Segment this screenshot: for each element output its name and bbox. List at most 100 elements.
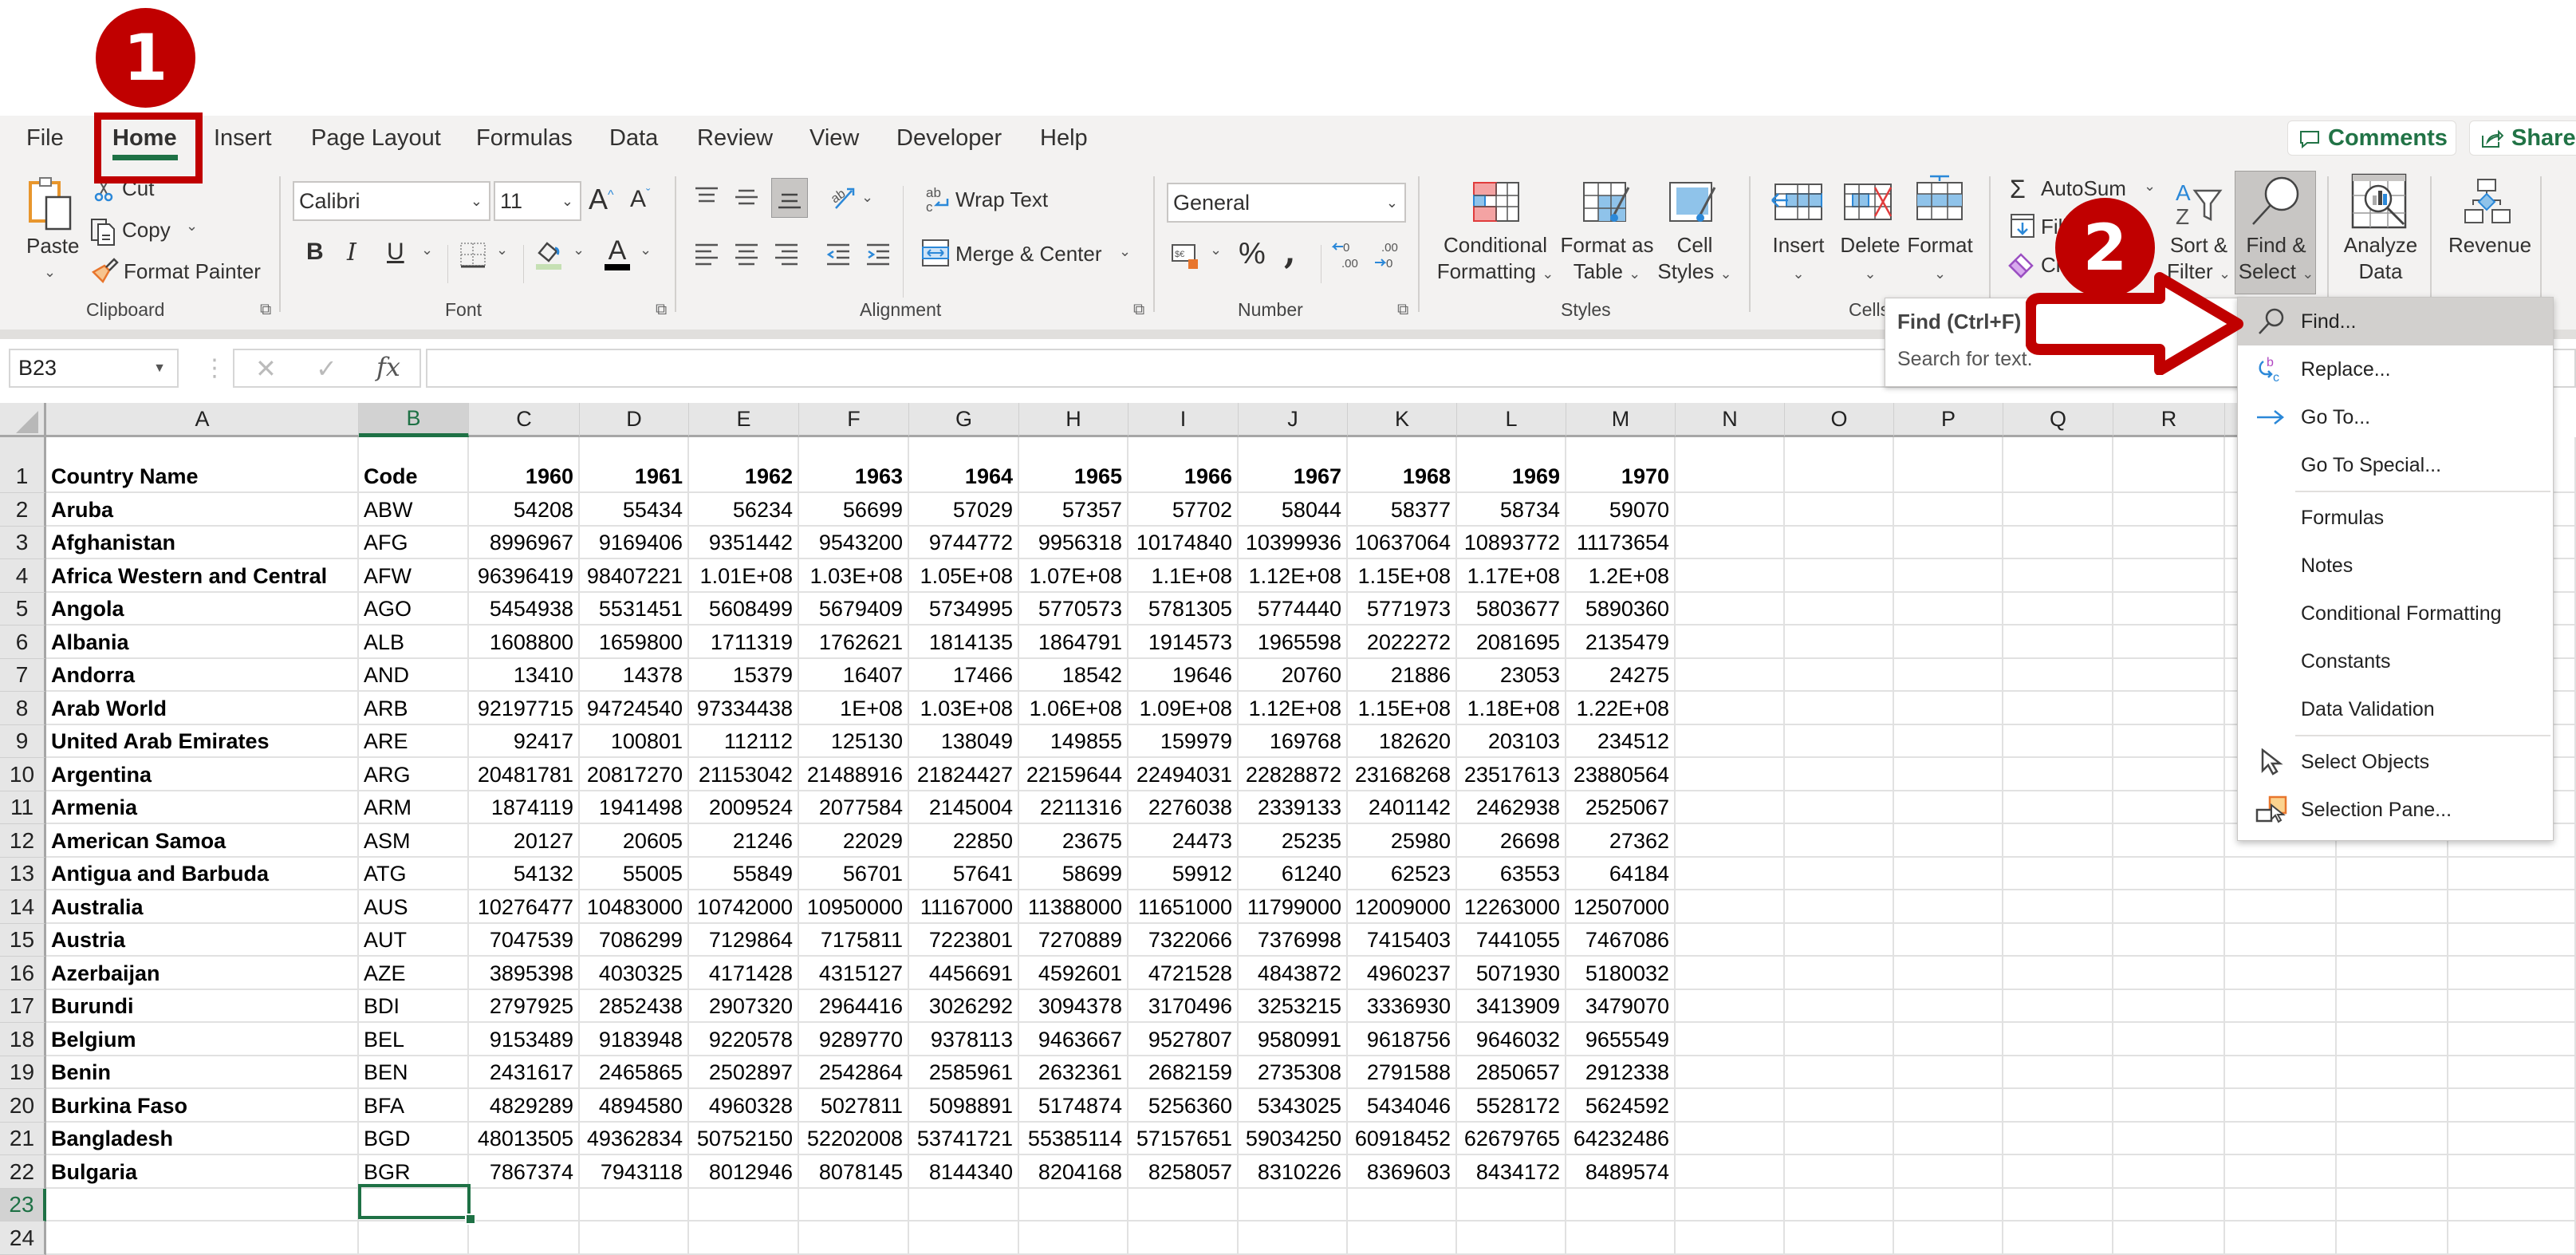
autosum-dropdown-chevron-icon[interactable]: ⌄ <box>2144 178 2156 195</box>
table-cell[interactable] <box>2113 957 2225 990</box>
table-cell[interactable]: 2850657 <box>1457 1056 1566 1089</box>
table-cell[interactable] <box>2225 1056 2337 1089</box>
table-cell[interactable] <box>2113 1023 2225 1056</box>
table-cell[interactable]: 1659800 <box>580 626 689 659</box>
tab-page-layout[interactable]: Page Layout <box>311 125 441 152</box>
table-cell[interactable]: 10483000 <box>580 890 689 924</box>
table-cell[interactable]: 50752150 <box>689 1122 799 1155</box>
table-cell[interactable]: 7223801 <box>909 923 1019 957</box>
table-cell[interactable]: 1914573 <box>1128 626 1239 659</box>
table-cell[interactable]: 8489574 <box>1566 1155 1676 1189</box>
table-cell[interactable] <box>580 1221 689 1255</box>
fill-handle[interactable] <box>465 1214 476 1225</box>
table-cell[interactable] <box>2448 923 2576 957</box>
table-cell[interactable] <box>1676 1056 1785 1089</box>
table-cell[interactable] <box>2003 1188 2113 1221</box>
table-cell[interactable]: 9543200 <box>799 526 909 559</box>
table-cell[interactable]: ATG <box>359 857 469 890</box>
increase-decimal-icon[interactable]: 0.00 <box>1331 239 1364 276</box>
table-cell[interactable]: 11651000 <box>1128 890 1239 924</box>
table-cell[interactable]: 8012946 <box>689 1155 799 1189</box>
table-cell[interactable]: 5679409 <box>799 592 909 626</box>
enter-check-icon[interactable]: ✓ <box>316 353 337 384</box>
table-cell[interactable]: 2682159 <box>1128 1056 1239 1089</box>
table-cell[interactable] <box>1785 890 1894 924</box>
table-cell[interactable]: 24473 <box>1128 824 1239 858</box>
table-cell[interactable]: 5174874 <box>1019 1089 1128 1123</box>
table-cell[interactable]: 4829289 <box>469 1089 580 1123</box>
bold-button[interactable]: B <box>306 239 324 266</box>
table-cell[interactable]: 7086299 <box>580 923 689 957</box>
column-header-a[interactable]: A <box>46 403 359 437</box>
table-cell[interactable] <box>1785 1089 1894 1123</box>
table-cell[interactable]: 13410 <box>469 658 580 692</box>
number-format-combobox[interactable]: General ⌄ <box>1167 183 1406 223</box>
font-name-combobox[interactable]: Calibri ⌄ <box>293 181 490 221</box>
font-dialog-launcher-icon[interactable]: ⧉ <box>656 301 667 319</box>
table-cell[interactable]: 1.17E+08 <box>1457 559 1566 593</box>
table-cell[interactable] <box>1676 857 1785 890</box>
table-cell[interactable] <box>799 1221 909 1255</box>
table-cell[interactable] <box>1457 1221 1566 1255</box>
table-cell[interactable]: 9463667 <box>1019 1023 1128 1056</box>
table-cell[interactable] <box>1348 1188 1457 1221</box>
row-header-13[interactable]: 13 <box>0 857 46 890</box>
table-cell[interactable]: American Samoa <box>46 824 359 858</box>
table-cell[interactable]: 5256360 <box>1128 1089 1239 1123</box>
table-cell[interactable]: 58377 <box>1348 493 1457 527</box>
table-cell[interactable] <box>1785 724 1894 758</box>
table-cell[interactable] <box>1785 758 1894 791</box>
table-cell[interactable]: 10742000 <box>689 890 799 924</box>
table-cell[interactable] <box>2113 592 2225 626</box>
table-cell[interactable]: 5434046 <box>1348 1089 1457 1123</box>
table-cell[interactable] <box>689 1221 799 1255</box>
comments-button[interactable]: Comments <box>2287 120 2456 156</box>
table-cell[interactable]: 52202008 <box>799 1122 909 1155</box>
table-cell[interactable] <box>2003 493 2113 527</box>
table-cell[interactable]: Arab World <box>46 692 359 725</box>
table-cell[interactable] <box>1676 957 1785 990</box>
row-header-20[interactable]: 20 <box>0 1089 46 1123</box>
table-cell[interactable]: 23880564 <box>1566 758 1676 791</box>
menu-item-data-validation[interactable]: Data Validation <box>2238 685 2553 733</box>
table-cell[interactable]: BGD <box>359 1122 469 1155</box>
table-cell[interactable]: 5890360 <box>1566 592 1676 626</box>
row-header-6[interactable]: 6 <box>0 626 46 659</box>
table-cell[interactable] <box>580 1188 689 1221</box>
table-cell[interactable]: 1.01E+08 <box>689 559 799 593</box>
table-cell[interactable]: 3336930 <box>1348 989 1457 1023</box>
tab-view[interactable]: View <box>809 125 859 152</box>
menu-item-selection-pane[interactable]: Selection Pane... <box>2238 786 2553 834</box>
table-cell[interactable]: 23053 <box>1457 658 1566 692</box>
table-cell[interactable]: 169768 <box>1239 724 1348 758</box>
table-cell[interactable] <box>2113 923 2225 957</box>
table-cell[interactable] <box>1894 1155 2003 1189</box>
table-cell[interactable]: 8078145 <box>799 1155 909 1189</box>
table-cell[interactable] <box>2113 658 2225 692</box>
table-cell[interactable] <box>1239 1188 1348 1221</box>
paste-button[interactable]: Paste <box>26 234 80 258</box>
column-header-p[interactable]: P <box>1894 403 2003 437</box>
table-cell[interactable] <box>1457 1188 1566 1221</box>
orientation-dropdown-chevron-icon[interactable]: ⌄ <box>861 189 873 206</box>
table-cell[interactable] <box>2113 626 2225 659</box>
table-cell[interactable]: 8996967 <box>469 526 580 559</box>
table-cell[interactable]: 7376998 <box>1239 923 1348 957</box>
menu-item-find[interactable]: Find... <box>2238 298 2553 345</box>
align-center-icon[interactable] <box>734 242 759 270</box>
table-cell[interactable] <box>2448 1221 2576 1255</box>
table-cell[interactable] <box>2448 989 2576 1023</box>
table-cell[interactable]: 11167000 <box>909 890 1019 924</box>
select-all-button[interactable] <box>0 403 46 437</box>
table-cell[interactable] <box>1019 1188 1128 1221</box>
table-cell[interactable]: 7867374 <box>469 1155 580 1189</box>
table-cell[interactable] <box>1676 1089 1785 1123</box>
table-cell[interactable]: 9153489 <box>469 1023 580 1056</box>
table-cell[interactable]: 4030325 <box>580 957 689 990</box>
table-cell[interactable] <box>2003 791 2113 824</box>
analyze-data-button[interactable]: Analyze Data <box>2337 232 2424 285</box>
table-cell[interactable]: 2077584 <box>799 791 909 824</box>
table-cell[interactable]: Belgium <box>46 1023 359 1056</box>
table-cell[interactable]: BFA <box>359 1089 469 1123</box>
percent-style-button[interactable]: % <box>1239 237 1266 271</box>
